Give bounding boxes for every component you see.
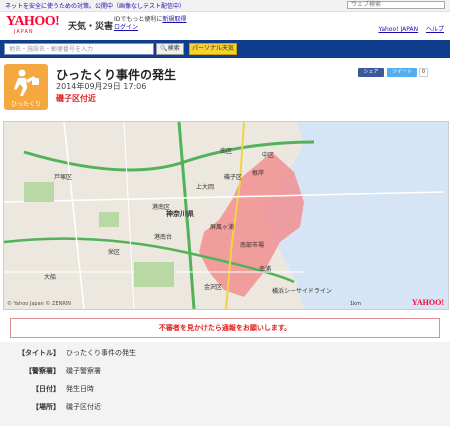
facebook-share-button[interactable]: シェア [358,68,384,77]
map-label-totsuka: 戸塚区 [54,174,73,181]
tweet-count: 0 [419,68,428,77]
map-label-minami: 南区 [220,148,233,155]
promo-bar: ネットを安全に使うための対策。公開中（画像なしテスト配信中） ウェブ検索 [0,0,450,12]
yahoo-top-link[interactable]: Yahoo! JAPAN [378,26,418,33]
search-button[interactable]: 🔍検索 [156,43,184,55]
location-search-input[interactable]: 地名・施設名・郵便番号を入力 [4,43,154,55]
map-label-seaside: 横浜シーサイドライン [272,288,332,295]
map-label-konandai: 港南台 [154,234,173,241]
incident-details: 【タイトル】 ひったくり事件の発生 【警察署】 磯子警察署 【日付】 発生日時 … [0,342,450,426]
login-link[interactable]: ログイン [114,24,138,31]
incident-datetime: 2014年09月29日 17:06 [56,82,147,91]
detail-key: 【タイトル】 [18,349,60,357]
header-links: Yahoo! JAPAN ヘルプ [372,24,444,33]
map-label-byobugaura: 屏風ヶ浦 [210,224,235,231]
incident-icon-label: ひったくり [10,101,41,108]
yahoo-logo[interactable]: YAHOO! [6,15,60,29]
twitter-share-button[interactable]: ツイート [387,68,417,77]
login-note: IDでもっと便利に新規取得 ログイン [114,16,186,32]
incident-map[interactable]: 中区 南区 港南区 磯子区 金沢区 栄区 戸塚区 神奈川県 大船 上大岡 根岸 … [3,121,449,310]
detail-row-title: 【タイトル】 ひったくり事件の発生 [0,348,450,366]
detail-value: ひったくり事件の発生 [66,349,136,357]
detail-value: 磯子警察署 [66,367,101,375]
map-label-kanazawa: 金沢区 [204,284,223,291]
map-label-kamiooka: 上大岡 [196,184,215,191]
detail-row-date: 【日付】 発生日時 [0,384,450,402]
detail-value: 発生日時 [66,385,94,393]
detail-row-place: 【場所】 磯子区付近 [0,402,450,420]
map-scale: 1km [350,301,361,307]
notice-banner: 不審者を見かけたら通報をお願いします。 [10,318,440,338]
incident-header: ひったくり ひったくり事件の発生 2014年09月29日 17:06 磯子区付近… [0,60,450,120]
map-label-ofuna: 大船 [44,274,57,281]
map-label-sachiura: 幸浦 [259,266,272,273]
help-link[interactable]: ヘルプ [426,26,444,33]
detail-key: 【場所】 [32,403,60,411]
map-copyright: © Yahoo Japan © ZENRIN [7,301,72,307]
signup-link[interactable]: 新規取得 [162,16,186,23]
detail-key: 【日付】 [32,385,60,393]
search-button-label: 検索 [167,45,180,52]
thief-icon: ひったくり [4,64,48,110]
web-search-input[interactable]: ウェブ検索 [347,1,445,9]
map-label-nanbu: 南部市場 [240,242,265,249]
map-label-sakae: 栄区 [108,249,121,256]
search-icon: 🔍 [160,45,168,52]
detail-key: 【警察署】 [25,367,60,375]
map-label-isogo: 磯子区 [224,174,243,181]
detail-value: 磯子区付近 [66,403,101,411]
map-label-negishi: 根岸 [252,170,265,177]
header: YAHOO! JAPAN 天気・災害 IDでもっと便利に新規取得 ログイン Ya… [0,12,450,38]
map-label-naka: 中区 [262,152,275,159]
incident-place: 磯子区付近 [56,94,96,103]
personal-weather-button[interactable]: パーソナル天気 [189,43,237,55]
promo-link[interactable]: ネットを安全に使うための対策。公開中（画像なしテスト配信中） [5,1,185,10]
map-label-kanagawa: 神奈川県 [166,210,194,218]
search-bar: 地名・施設名・郵便番号を入力 🔍検索 パーソナル天気 [0,40,450,58]
map-yahoo-logo: YAHOO! [411,298,444,307]
yahoo-logo-sub: JAPAN [14,29,34,35]
service-title[interactable]: 天気・災害 [68,19,113,32]
detail-row-police: 【警察署】 磯子警察署 [0,366,450,384]
login-text: IDでもっと便利に [114,16,163,23]
